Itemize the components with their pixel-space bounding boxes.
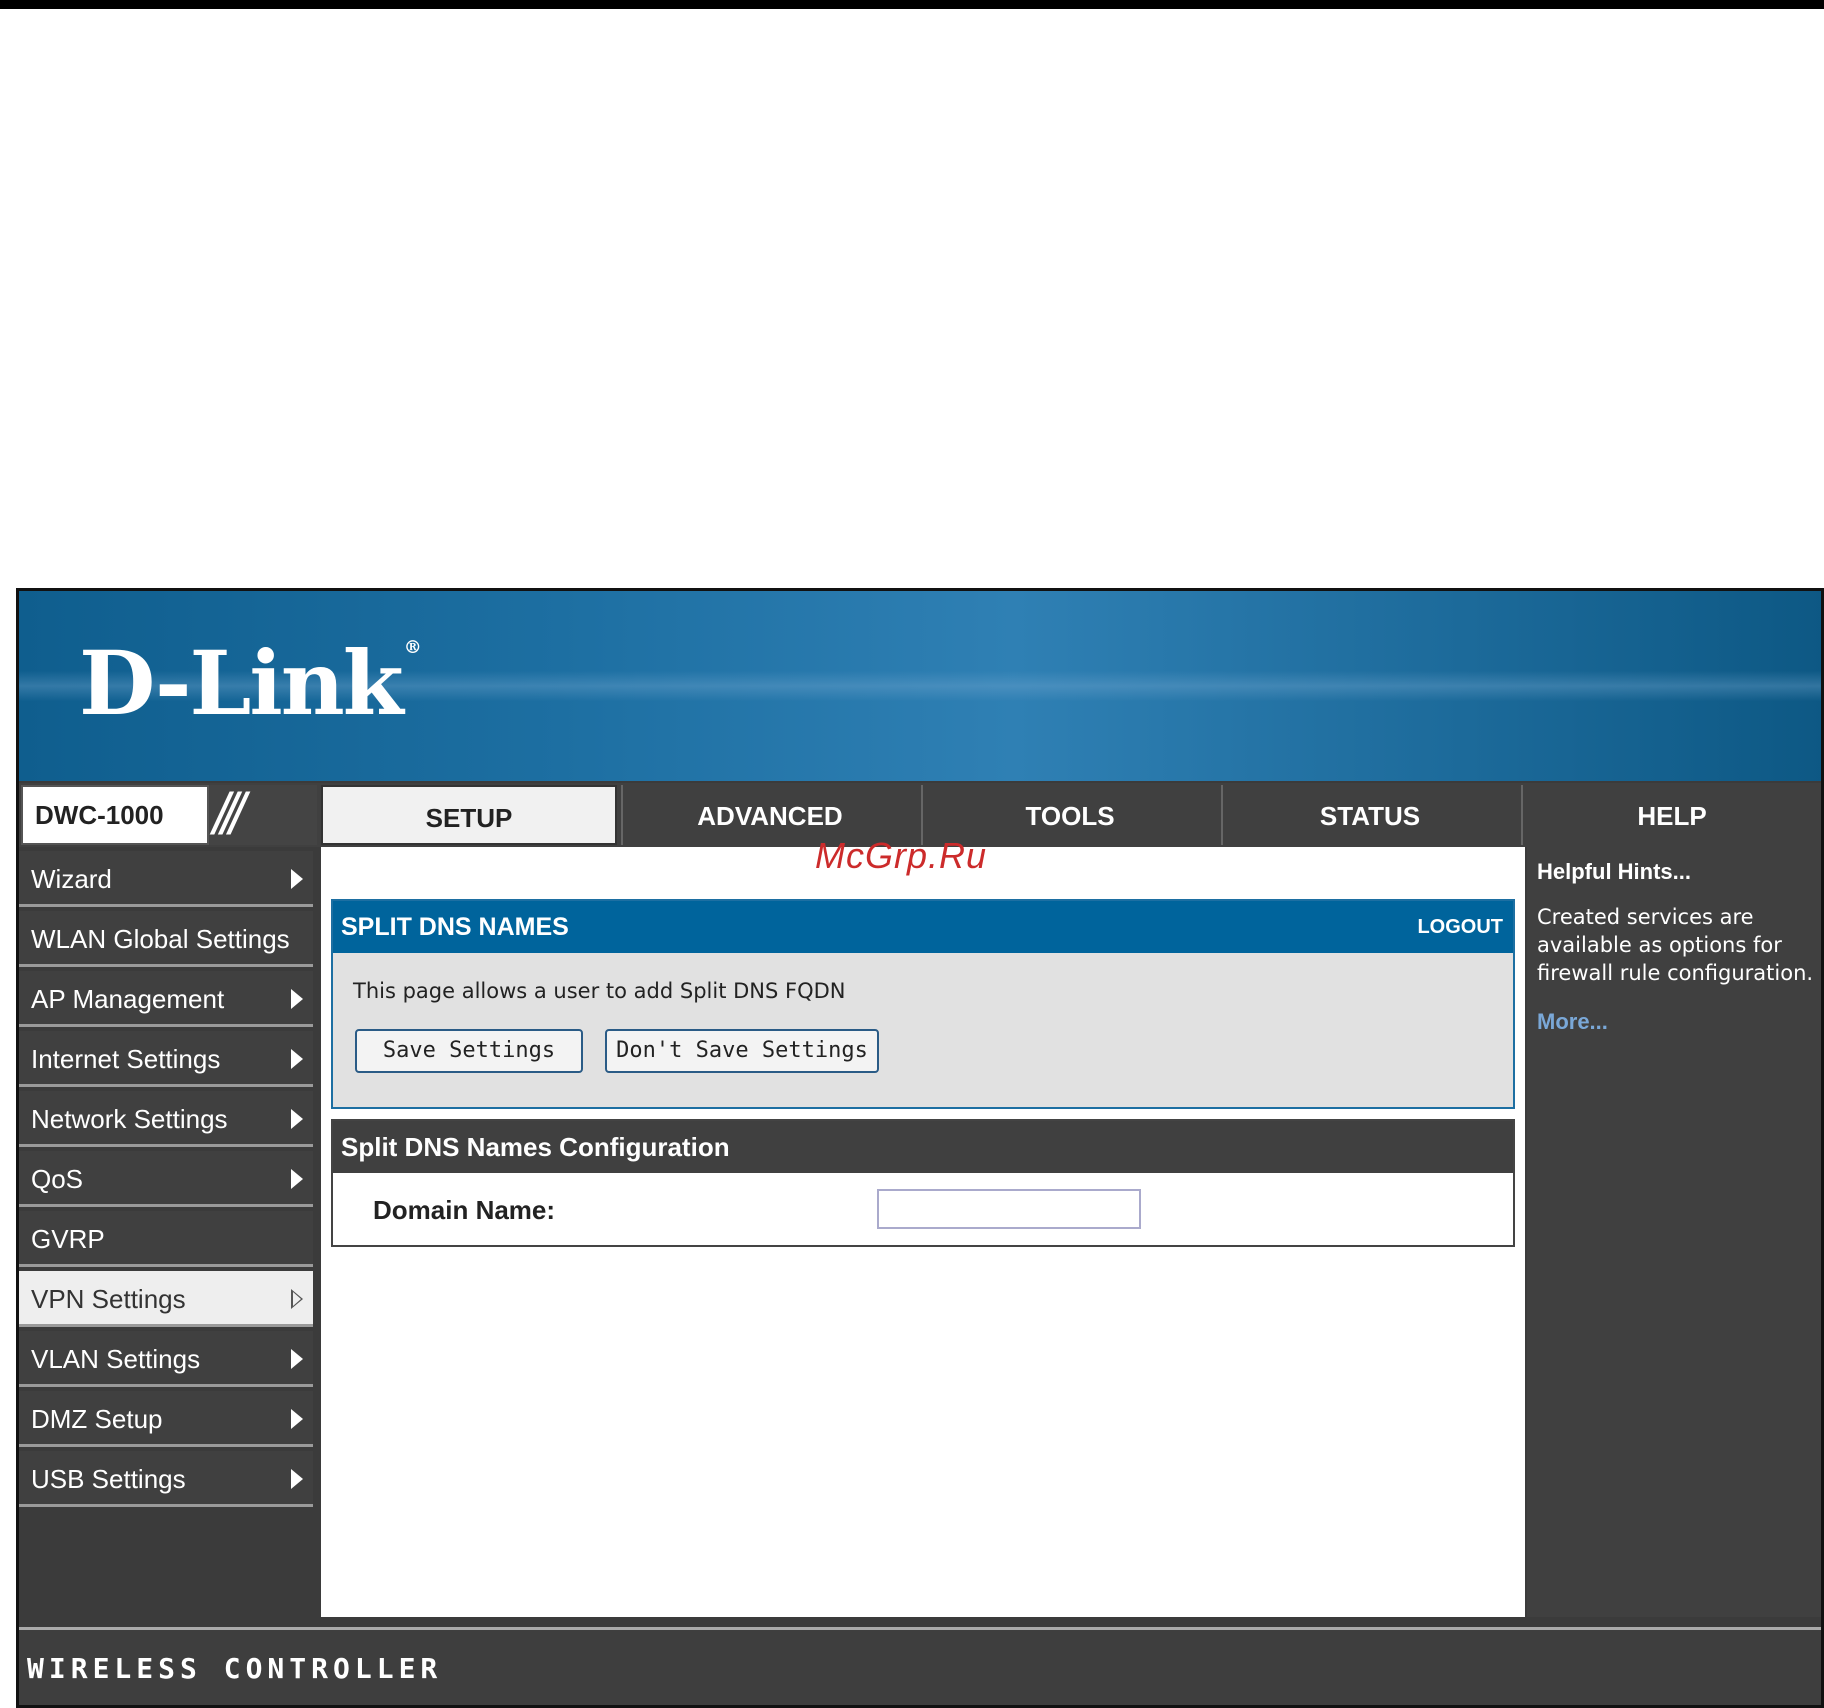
sidebar-item-qos[interactable]: QoS: [19, 1151, 313, 1207]
arrow-right-outline-icon: [291, 1289, 303, 1309]
more-link[interactable]: More...: [1537, 1009, 1817, 1035]
slashes-decoration: ///: [213, 782, 245, 847]
app-window: D-Link ® DWC-1000 /// SETUP ADVANCED TOOL…: [16, 588, 1824, 1708]
tab-help[interactable]: HELP: [1521, 785, 1821, 845]
sidebar-item-label: WLAN Global Settings: [31, 924, 290, 954]
header-banner: D-Link ®: [19, 591, 1821, 781]
domain-name-label: Domain Name:: [373, 1195, 556, 1225]
sidebar-item-label: Internet Settings: [31, 1044, 221, 1074]
hints-title: Helpful Hints...: [1537, 859, 1691, 884]
page-description: This page allows a user to add Split DNS…: [353, 979, 846, 1003]
sidebar-item-ap-management[interactable]: AP Management: [19, 971, 313, 1027]
sidebar-item-wizard[interactable]: Wizard: [19, 851, 313, 907]
footer: WIRELESS CONTROLLER: [19, 1627, 1821, 1705]
watermark: McGrp.Ru: [815, 835, 988, 876]
arrow-right-icon: [291, 989, 303, 1009]
config-title: Split DNS Names Configuration: [333, 1121, 1513, 1173]
tab-status[interactable]: STATUS: [1221, 785, 1517, 845]
dont-save-settings-button[interactable]: Don't Save Settings: [605, 1029, 879, 1073]
sidebar-item-gvrp[interactable]: GVRP: [19, 1211, 313, 1267]
sidebar-item-internet-settings[interactable]: Internet Settings: [19, 1031, 313, 1087]
sidebar-item-vpn-settings[interactable]: VPN Settings: [19, 1271, 313, 1327]
sidebar: Wizard WLAN Global Settings AP Managemen…: [19, 847, 319, 1617]
config-panel: Split DNS Names Configuration Domain Nam…: [331, 1119, 1515, 1247]
arrow-right-icon: [291, 1469, 303, 1489]
model-name: DWC-1000: [21, 785, 209, 845]
main-content: McGrp.Ru SPLIT DNS NAMES LOGOUT This pag…: [321, 835, 1525, 1617]
footer-brand: WIRELESS CONTROLLER: [27, 1652, 443, 1685]
sidebar-item-label: USB Settings: [31, 1464, 186, 1494]
sidebar-item-label: VLAN Settings: [31, 1344, 201, 1374]
arrow-right-icon: [291, 1169, 303, 1189]
arrow-right-icon: [291, 1409, 303, 1429]
hints-text: Created services are available as option…: [1537, 905, 1814, 985]
model-badge: DWC-1000 ///: [21, 785, 317, 845]
arrow-right-icon: [291, 1109, 303, 1129]
logout-link[interactable]: LOGOUT: [1417, 901, 1503, 953]
sidebar-item-label: VPN Settings: [31, 1284, 186, 1314]
dlink-logo: D-Link ®: [79, 631, 422, 735]
arrow-right-icon: [291, 869, 303, 889]
domain-name-input[interactable]: [877, 1189, 1141, 1229]
sidebar-item-label: Network Settings: [31, 1104, 228, 1134]
sidebar-item-label: QoS: [31, 1164, 84, 1194]
registered-mark: ®: [403, 637, 422, 658]
page-title: SPLIT DNS NAMES: [341, 913, 569, 941]
sidebar-item-label: DMZ Setup: [31, 1404, 163, 1434]
panel-header: SPLIT DNS NAMES LOGOUT: [333, 901, 1513, 953]
arrow-right-icon: [291, 1049, 303, 1069]
sidebar-item-label: GVRP: [31, 1224, 105, 1254]
top-border: [0, 0, 1824, 9]
helpful-hints-panel: Helpful Hints... Created services are av…: [1527, 847, 1821, 1617]
split-dns-panel: SPLIT DNS NAMES LOGOUT This page allows …: [331, 899, 1515, 1109]
sidebar-item-vlan-settings[interactable]: VLAN Settings: [19, 1331, 313, 1387]
arrow-right-icon: [291, 1349, 303, 1369]
sidebar-item-usb-settings[interactable]: USB Settings: [19, 1451, 313, 1507]
tab-setup[interactable]: SETUP: [321, 785, 617, 845]
sidebar-item-wlan-global-settings[interactable]: WLAN Global Settings: [19, 911, 313, 967]
sidebar-item-label: AP Management: [31, 984, 225, 1014]
sidebar-item-network-settings[interactable]: Network Settings: [19, 1091, 313, 1147]
save-settings-button[interactable]: Save Settings: [355, 1029, 583, 1073]
sidebar-item-dmz-setup[interactable]: DMZ Setup: [19, 1391, 313, 1447]
logo-text: D-Link: [79, 631, 404, 735]
sidebar-item-label: Wizard: [31, 864, 112, 894]
